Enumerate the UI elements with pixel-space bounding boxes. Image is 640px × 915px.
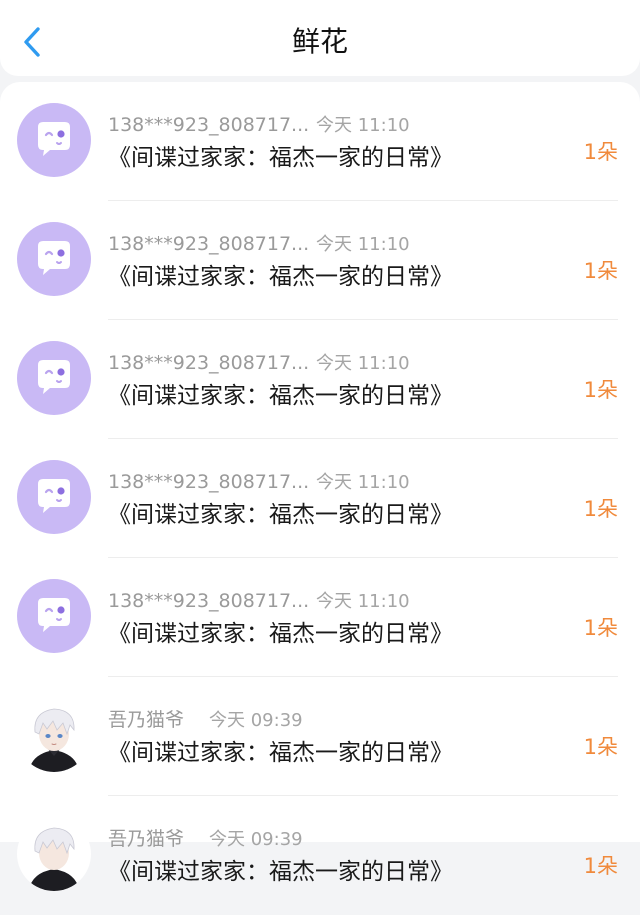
username: 138***923_808717... (108, 233, 310, 255)
username: 吾乃猫爷 (108, 828, 185, 850)
list-item[interactable]: 吾乃猫爷 今天 09:39 《间谍过家家：福杰一家的日常》 1朵 (0, 677, 640, 796)
user-photo-avatar (17, 698, 91, 772)
username: 138***923_808717... (108, 471, 310, 493)
user-photo-avatar (17, 817, 91, 891)
top-bar: 鲜花 (0, 0, 640, 76)
default-avatar-icon (17, 460, 91, 534)
username: 138***923_808717... (108, 114, 310, 136)
book-title: 《间谍过家家：福杰一家的日常》 (108, 502, 453, 528)
timestamp: 今天 11:10 (316, 234, 410, 255)
username: 138***923_808717... (108, 590, 310, 612)
list-item[interactable]: 138***923_808717... 今天 11:10 《间谍过家家：福杰一家… (0, 558, 640, 677)
timestamp: 今天 11:10 (316, 115, 410, 136)
list-item[interactable]: 138***923_808717... 今天 11:10 《间谍过家家：福杰一家… (0, 82, 640, 201)
default-avatar-icon (17, 222, 91, 296)
flower-count: 1朵 (583, 616, 618, 640)
flower-count: 1朵 (583, 259, 618, 283)
default-avatar-icon (17, 103, 91, 177)
book-title: 《间谍过家家：福杰一家的日常》 (108, 740, 453, 766)
flower-count: 1朵 (583, 140, 618, 164)
list-item[interactable]: 138***923_808717... 今天 11:10 《间谍过家家：福杰一家… (0, 439, 640, 558)
flower-count: 1朵 (583, 497, 618, 521)
flower-count: 1朵 (583, 854, 618, 878)
default-avatar-icon (17, 341, 91, 415)
list-item[interactable]: 138***923_808717... 今天 11:10 《间谍过家家：福杰一家… (0, 201, 640, 320)
book-title: 《间谍过家家：福杰一家的日常》 (108, 383, 453, 409)
page-title: 鲜花 (291, 25, 348, 58)
timestamp: 今天 11:10 (316, 591, 410, 612)
list-item[interactable]: 138***923_808717... 今天 11:10 《间谍过家家：福杰一家… (0, 320, 640, 439)
book-title: 《间谍过家家：福杰一家的日常》 (108, 621, 453, 647)
username: 138***923_808717... (108, 352, 310, 374)
book-title: 《间谍过家家：福杰一家的日常》 (108, 264, 453, 290)
book-title: 《间谍过家家：福杰一家的日常》 (108, 859, 453, 885)
list-item[interactable]: 吾乃猫爷 今天 09:39 《间谍过家家：福杰一家的日常》 1朵 (0, 796, 640, 915)
flower-gift-list: 138***923_808717... 今天 11:10 《间谍过家家：福杰一家… (0, 82, 640, 891)
timestamp: 今天 09:39 (209, 710, 303, 731)
flower-count: 1朵 (583, 735, 618, 759)
default-avatar-icon (17, 579, 91, 653)
flower-count: 1朵 (583, 378, 618, 402)
username: 吾乃猫爷 (108, 709, 185, 731)
timestamp: 今天 09:39 (209, 829, 303, 850)
timestamp: 今天 11:10 (316, 472, 410, 493)
timestamp: 今天 11:10 (316, 353, 410, 374)
book-title: 《间谍过家家：福杰一家的日常》 (108, 145, 453, 171)
